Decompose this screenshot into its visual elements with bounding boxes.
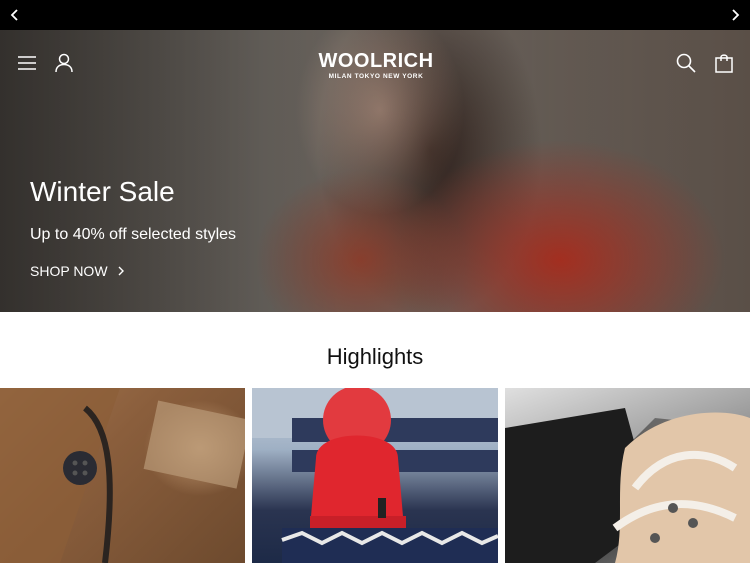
highlight-tile-beanie[interactable]: [252, 388, 498, 563]
highlight-tile-coat[interactable]: [0, 388, 245, 563]
highlight-tile-boot[interactable]: [505, 388, 750, 563]
logo-cities: MILAN TOKYO NEW YORK: [328, 73, 424, 80]
account-button[interactable]: [52, 51, 76, 75]
chevron-right-icon: [118, 266, 124, 276]
highlights-title: Highlights: [326, 344, 424, 369]
cart-button[interactable]: [712, 51, 736, 75]
menu-button[interactable]: [15, 51, 39, 75]
search-icon: [676, 53, 696, 73]
beanie-image: [252, 388, 498, 563]
announcement-bar: [0, 0, 750, 30]
shopping-bag-icon: [715, 54, 733, 73]
search-button[interactable]: [674, 51, 698, 75]
hero-banner[interactable]: WOOLRICH MILAN TOKYO NEW YORK Winter Sal…: [0, 30, 750, 312]
shop-now-link[interactable]: SHOP NOW: [30, 263, 126, 279]
chevron-left-icon: [10, 9, 18, 21]
chevron-right-icon: [732, 9, 740, 21]
boot-image: [505, 388, 750, 563]
logo-brand: WOOLRICH: [318, 50, 434, 72]
hamburger-menu-icon: [18, 56, 36, 70]
hero-subtitle: Up to 40% off selected styles: [30, 226, 237, 243]
shop-now-label: SHOP NOW: [30, 263, 108, 279]
announcement-next-button[interactable]: [720, 0, 750, 30]
brand-logo[interactable]: WOOLRICH MILAN TOKYO NEW YORK: [316, 50, 436, 81]
user-icon: [55, 53, 73, 73]
coat-detail-image: [0, 388, 245, 563]
hero-title: Winter Sale: [30, 176, 175, 207]
announcement-prev-button[interactable]: [0, 0, 30, 30]
